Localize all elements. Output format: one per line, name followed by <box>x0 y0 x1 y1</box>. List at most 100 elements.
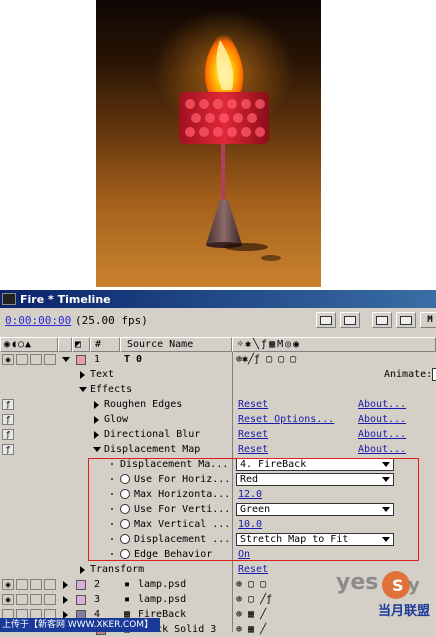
layer-switch-icons[interactable]: ⊕ ▢ ▢ <box>236 578 266 591</box>
timeline-icon <box>2 293 16 305</box>
reset-link[interactable]: Reset <box>238 398 268 411</box>
property-text-row[interactable]: Text Animate: <box>0 367 436 382</box>
svg-text:当月联盟: 当月联盟 <box>378 603 430 619</box>
effect-enable-icon[interactable]: ƒ <box>2 414 14 425</box>
expand-chevron-right-icon[interactable] <box>94 401 99 409</box>
effect-row-glow[interactable]: ƒ Glow Reset Options... About... <box>0 412 436 427</box>
effect-enable-icon[interactable]: ƒ <box>2 444 14 455</box>
source-name-header[interactable]: Source Name <box>120 337 232 352</box>
current-time-display[interactable]: 0:00:00:00 <box>5 314 71 327</box>
layer-row-1[interactable]: ◉ 1 T 0 ⊕✱╱ƒ ▢ ▢ ▢ <box>0 352 436 367</box>
shy-icon <box>344 315 356 325</box>
visibility-eye-icon[interactable]: ◉ <box>2 594 14 605</box>
about-link[interactable]: About... <box>358 428 406 441</box>
expand-chevron-right-icon[interactable] <box>63 581 68 589</box>
expand-chevron-right-icon[interactable] <box>94 431 99 439</box>
composition-preview <box>96 0 321 287</box>
lock-switch[interactable] <box>44 579 56 590</box>
expand-chevron-down-icon[interactable] <box>79 387 87 392</box>
reset-link[interactable]: Reset <box>238 428 268 441</box>
expand-chevron-right-icon[interactable] <box>63 596 68 604</box>
flowchart-icon <box>320 315 332 325</box>
expand-chevron-right-icon[interactable] <box>94 416 99 424</box>
lamp-illustration <box>154 10 294 261</box>
audio-switch[interactable] <box>16 354 28 365</box>
about-link[interactable]: About... <box>358 443 406 456</box>
layer-name[interactable]: T 0 <box>124 353 142 366</box>
solo-switch[interactable] <box>30 579 42 590</box>
reset-link[interactable]: Reset <box>238 443 268 456</box>
reset-link[interactable]: Reset <box>238 563 268 576</box>
upload-watermark: 上传于【新客网 WWW.XKER.COM】 <box>0 618 160 632</box>
reset-options-link[interactable]: Reset Options... <box>238 413 334 426</box>
about-link[interactable]: About... <box>358 413 406 426</box>
effect-name: Displacement Map <box>104 444 201 455</box>
label-color-chip[interactable] <box>76 580 86 590</box>
effect-enable-icon[interactable]: ƒ <box>2 429 14 440</box>
expand-chevron-right-icon[interactable] <box>80 566 85 574</box>
expand-chevron-down-icon[interactable] <box>93 447 101 452</box>
svg-text:yes: yes <box>336 570 378 595</box>
site-watermark: yes y S 当月联盟 <box>334 561 436 623</box>
layer-number-header[interactable]: # <box>90 337 120 352</box>
svg-text:y: y <box>408 575 420 596</box>
shy-layers-button[interactable] <box>340 312 360 328</box>
layer-name[interactable]: lamp.psd <box>138 578 186 591</box>
eye-icon: ◉◖○▲ <box>4 339 33 350</box>
layer-switch-icons[interactable]: ⊕ ▦ ╱ <box>236 608 266 621</box>
source-name-label: Source Name <box>127 339 194 350</box>
live-update-icon <box>376 315 388 325</box>
expand-chevron-right-icon[interactable] <box>80 371 85 379</box>
effect-name: Roughen Edges <box>104 399 183 410</box>
solo-switch[interactable] <box>30 354 42 365</box>
svg-text:S: S <box>392 576 404 595</box>
lock-switch[interactable] <box>44 594 56 605</box>
visibility-eye-icon[interactable]: ◉ <box>2 579 14 590</box>
audio-switch[interactable] <box>16 579 28 590</box>
layer-number: 1 <box>94 354 101 365</box>
av-switches-header: ◉◖○▲ <box>0 337 58 352</box>
film-icon <box>400 315 412 325</box>
layer-switch-icons[interactable]: ⊕ ▢ ╱ƒ <box>236 593 272 606</box>
property-label: Transform <box>90 564 145 575</box>
layer-number: 3 <box>94 594 101 605</box>
label-header: ◩ <box>72 337 90 352</box>
effect-row-directional-blur[interactable]: ƒ Directional Blur Reset About... <box>0 427 436 442</box>
effect-row-roughen-edges[interactable]: ƒ Roughen Edges Reset About... <box>0 397 436 412</box>
effect-row-displacement-map[interactable]: ƒ Displacement Map Reset About... <box>0 442 436 457</box>
about-link[interactable]: About... <box>358 398 406 411</box>
highlight-box <box>88 458 419 561</box>
solo-switch[interactable] <box>30 594 42 605</box>
comp-mini-flowchart-button[interactable] <box>316 312 336 328</box>
switches-header: ☼✱╲ƒ▦M◎◉ <box>232 337 436 352</box>
audio-switch[interactable] <box>16 594 28 605</box>
property-label: Effects <box>90 384 133 395</box>
motion-blur-icon: M <box>427 315 433 325</box>
psd-file-icon: ▪ <box>124 594 131 605</box>
layer-switch-icons[interactable]: ⊕ ▦ ╱ <box>236 623 266 636</box>
label-color-header <box>58 337 72 352</box>
psd-file-icon: ▪ <box>124 579 131 590</box>
yesky-logo-icon: yes y S 当月联盟 <box>336 570 430 619</box>
effect-enable-icon[interactable]: ƒ <box>2 399 14 410</box>
visibility-eye-icon[interactable]: ◉ <box>2 354 14 365</box>
num-column-label: # <box>95 339 102 350</box>
switches-icons: ☼✱╲ƒ▦M◎◉ <box>237 339 302 350</box>
label-color-chip[interactable] <box>76 595 86 605</box>
panel-titlebar[interactable]: Fire * Timeline <box>0 290 436 308</box>
timeline-toolbar: 0:00:00:00 (25.00 fps) M <box>0 308 436 332</box>
layer-switch-icons[interactable]: ⊕✱╱ƒ ▢ ▢ ▢ <box>236 353 296 366</box>
animate-menu[interactable] <box>432 368 436 381</box>
panel-title: Fire * Timeline <box>20 292 111 306</box>
motion-blur-button[interactable]: M <box>420 312 436 328</box>
label-color-chip[interactable] <box>76 355 86 365</box>
layer-name[interactable]: lamp.psd <box>138 593 186 606</box>
effect-name: Directional Blur <box>104 429 201 440</box>
live-update-button[interactable] <box>372 312 392 328</box>
expand-chevron-down-icon[interactable] <box>62 357 70 362</box>
property-label: Text <box>90 369 115 380</box>
frame-blending-button[interactable] <box>396 312 416 328</box>
lock-switch[interactable] <box>44 354 56 365</box>
effect-name: Glow <box>104 414 129 425</box>
property-effects-row[interactable]: Effects <box>0 382 436 397</box>
